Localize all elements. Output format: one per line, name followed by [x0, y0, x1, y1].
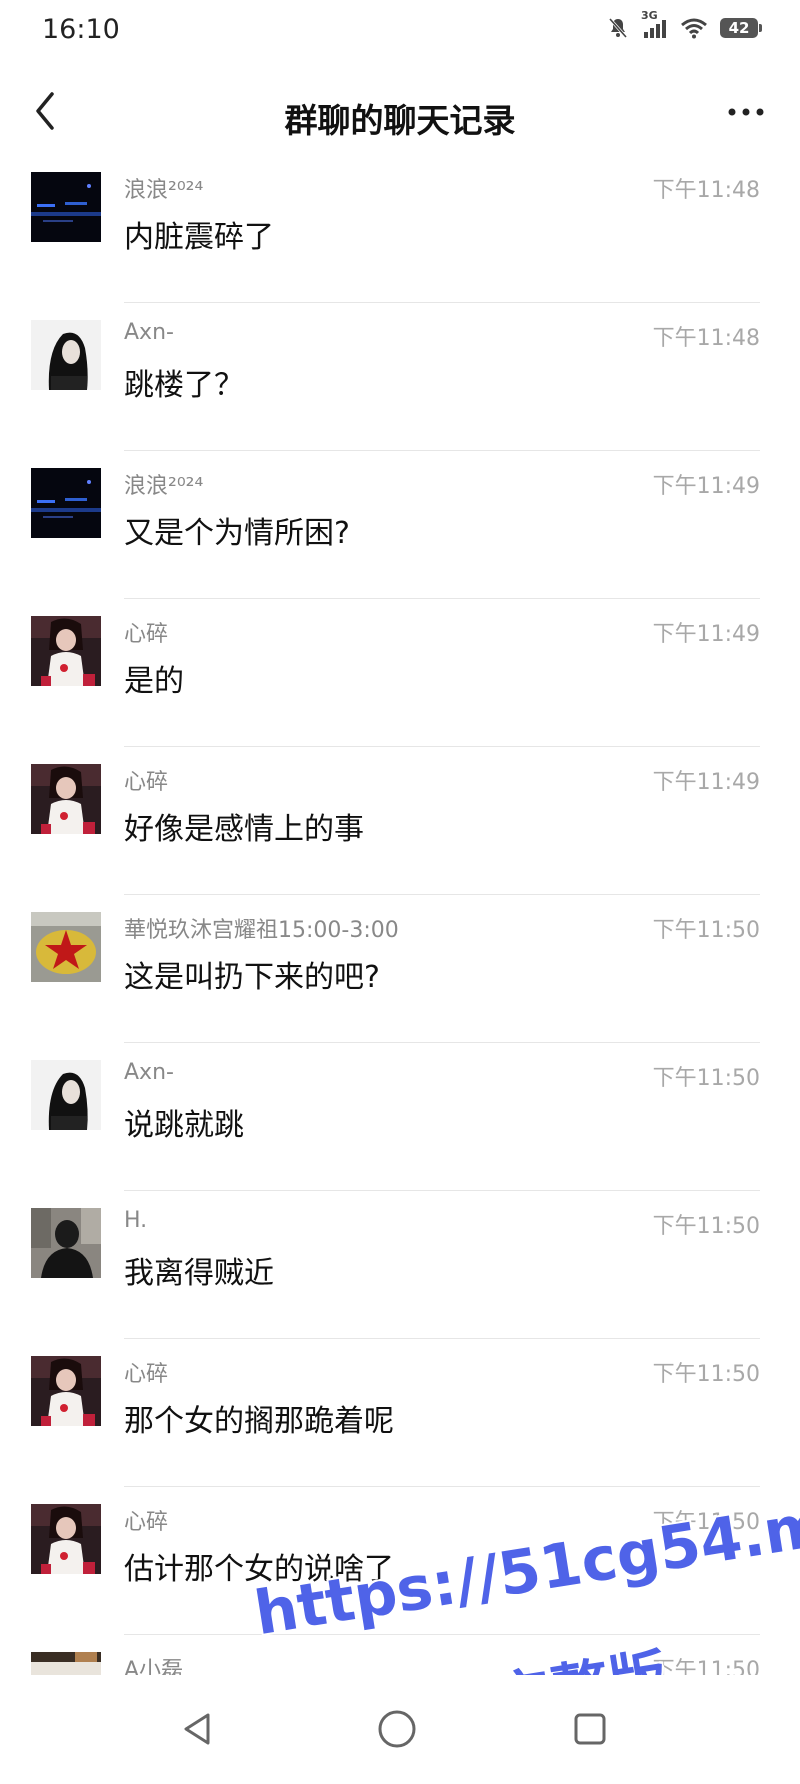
message-item[interactable]: 華悦玖沐宫耀祖15:00-3:00 下午11:50 这是叫扔下来的吧?: [0, 895, 800, 1043]
status-icons: 3G 42: [606, 9, 762, 40]
message-time: 下午11:49: [652, 770, 760, 795]
avatar[interactable]: [31, 912, 101, 982]
network-type: 3G: [641, 9, 658, 22]
message-item[interactable]: H. 下午11:50 我离得贼近: [0, 1191, 800, 1339]
message-time: 下午11:48: [652, 178, 760, 203]
message-text: 我离得贼近: [124, 1256, 274, 1291]
message-time: 下午11:50: [652, 1362, 760, 1387]
message-time: 下午11:49: [652, 474, 760, 499]
signal-icon: 3G: [641, 9, 668, 39]
message-item[interactable]: 心碎 下午11:50 估计那个女的说啥了: [0, 1487, 800, 1635]
sender-name: 心碎: [124, 622, 169, 647]
message-text: 好像是感情上的事: [124, 812, 364, 847]
avatar[interactable]: [31, 764, 101, 834]
message-text: 是的: [124, 664, 184, 699]
sender-name: Axn-: [124, 320, 174, 345]
message-item[interactable]: 心碎 下午11:49 好像是感情上的事: [0, 747, 800, 895]
message-item[interactable]: 浪浪²⁰²⁴ 下午11:49 又是个为情所困?: [0, 451, 800, 599]
message-item[interactable]: A小磊 下午11:50: [0, 1635, 800, 1675]
avatar[interactable]: [31, 172, 101, 242]
sender-name: 浪浪²⁰²⁴: [124, 178, 204, 203]
message-text: 这是叫扔下来的吧?: [124, 960, 380, 995]
status-bar: 16:10 3G 42: [0, 0, 800, 60]
avatar[interactable]: [31, 1208, 101, 1278]
nav-back-icon: [184, 1713, 210, 1745]
nav-recent-button[interactable]: [570, 1709, 610, 1749]
avatar[interactable]: [31, 616, 101, 686]
message-item[interactable]: 心碎 下午11:50 那个女的搁那跪着呢: [0, 1339, 800, 1487]
message-item[interactable]: 浪浪²⁰²⁴ 下午11:48 内脏震碎了: [0, 155, 800, 303]
sender-name: 浪浪²⁰²⁴: [124, 474, 204, 499]
avatar[interactable]: [31, 1060, 101, 1130]
nav-back-button[interactable]: [178, 1709, 218, 1749]
avatar[interactable]: [31, 320, 101, 390]
sender-name: 心碎: [124, 1362, 169, 1387]
header: 群聊的聊天记录: [0, 68, 800, 156]
message-text: 内脏震碎了: [124, 220, 274, 255]
message-time: 下午11:49: [652, 622, 760, 647]
message-item[interactable]: Axn- 下午11:50 说跳就跳: [0, 1043, 800, 1191]
sender-name: A小磊: [124, 1658, 184, 1675]
nav-home-icon: [378, 1710, 416, 1748]
message-list[interactable]: 浪浪²⁰²⁴ 下午11:48 内脏震碎了 Axn- 下午11:48 跳楼了？ 浪浪²⁰²⁴ 下…: [0, 155, 800, 1675]
message-text: 又是个为情所困?: [124, 516, 350, 551]
message-time: 下午11:50: [652, 1066, 760, 1091]
bell-muted-icon: [606, 16, 630, 40]
message-item[interactable]: Axn- 下午11:48 跳楼了？: [0, 303, 800, 451]
message-item[interactable]: 心碎 下午11:49 是的: [0, 599, 800, 747]
message-time: 下午11:50: [652, 1658, 760, 1675]
message-text: 说跳就跳: [124, 1108, 244, 1143]
nav-recent-icon: [574, 1713, 606, 1745]
more-dots-icon: [728, 108, 764, 116]
avatar[interactable]: [31, 1652, 101, 1675]
avatar[interactable]: [31, 1504, 101, 1574]
nav-bar: [0, 1675, 800, 1784]
battery-icon: 42: [720, 18, 762, 38]
message-time: 下午11:50: [652, 1510, 760, 1535]
more-button[interactable]: [722, 92, 770, 132]
status-time: 16:10: [42, 14, 120, 45]
message-time: 下午11:50: [652, 918, 760, 943]
sender-name: 華悦玖沐宫耀祖15:00-3:00: [124, 918, 399, 943]
wifi-icon: [680, 17, 708, 39]
page-title: 群聊的聊天记录: [284, 101, 516, 140]
sender-name: Axn-: [124, 1060, 174, 1085]
message-text: 估计那个女的说啥了: [124, 1552, 394, 1587]
message-text: 那个女的搁那跪着呢: [124, 1404, 394, 1439]
avatar[interactable]: [31, 468, 101, 538]
sender-name: 心碎: [124, 770, 169, 795]
message-time: 下午11:50: [652, 1214, 760, 1239]
sender-name: H.: [124, 1208, 148, 1233]
nav-home-button[interactable]: [376, 1708, 418, 1750]
sender-name: 心碎: [124, 1510, 169, 1535]
message-time: 下午11:48: [652, 326, 760, 351]
avatar[interactable]: [31, 1356, 101, 1426]
message-text: 跳楼了？: [124, 368, 244, 403]
